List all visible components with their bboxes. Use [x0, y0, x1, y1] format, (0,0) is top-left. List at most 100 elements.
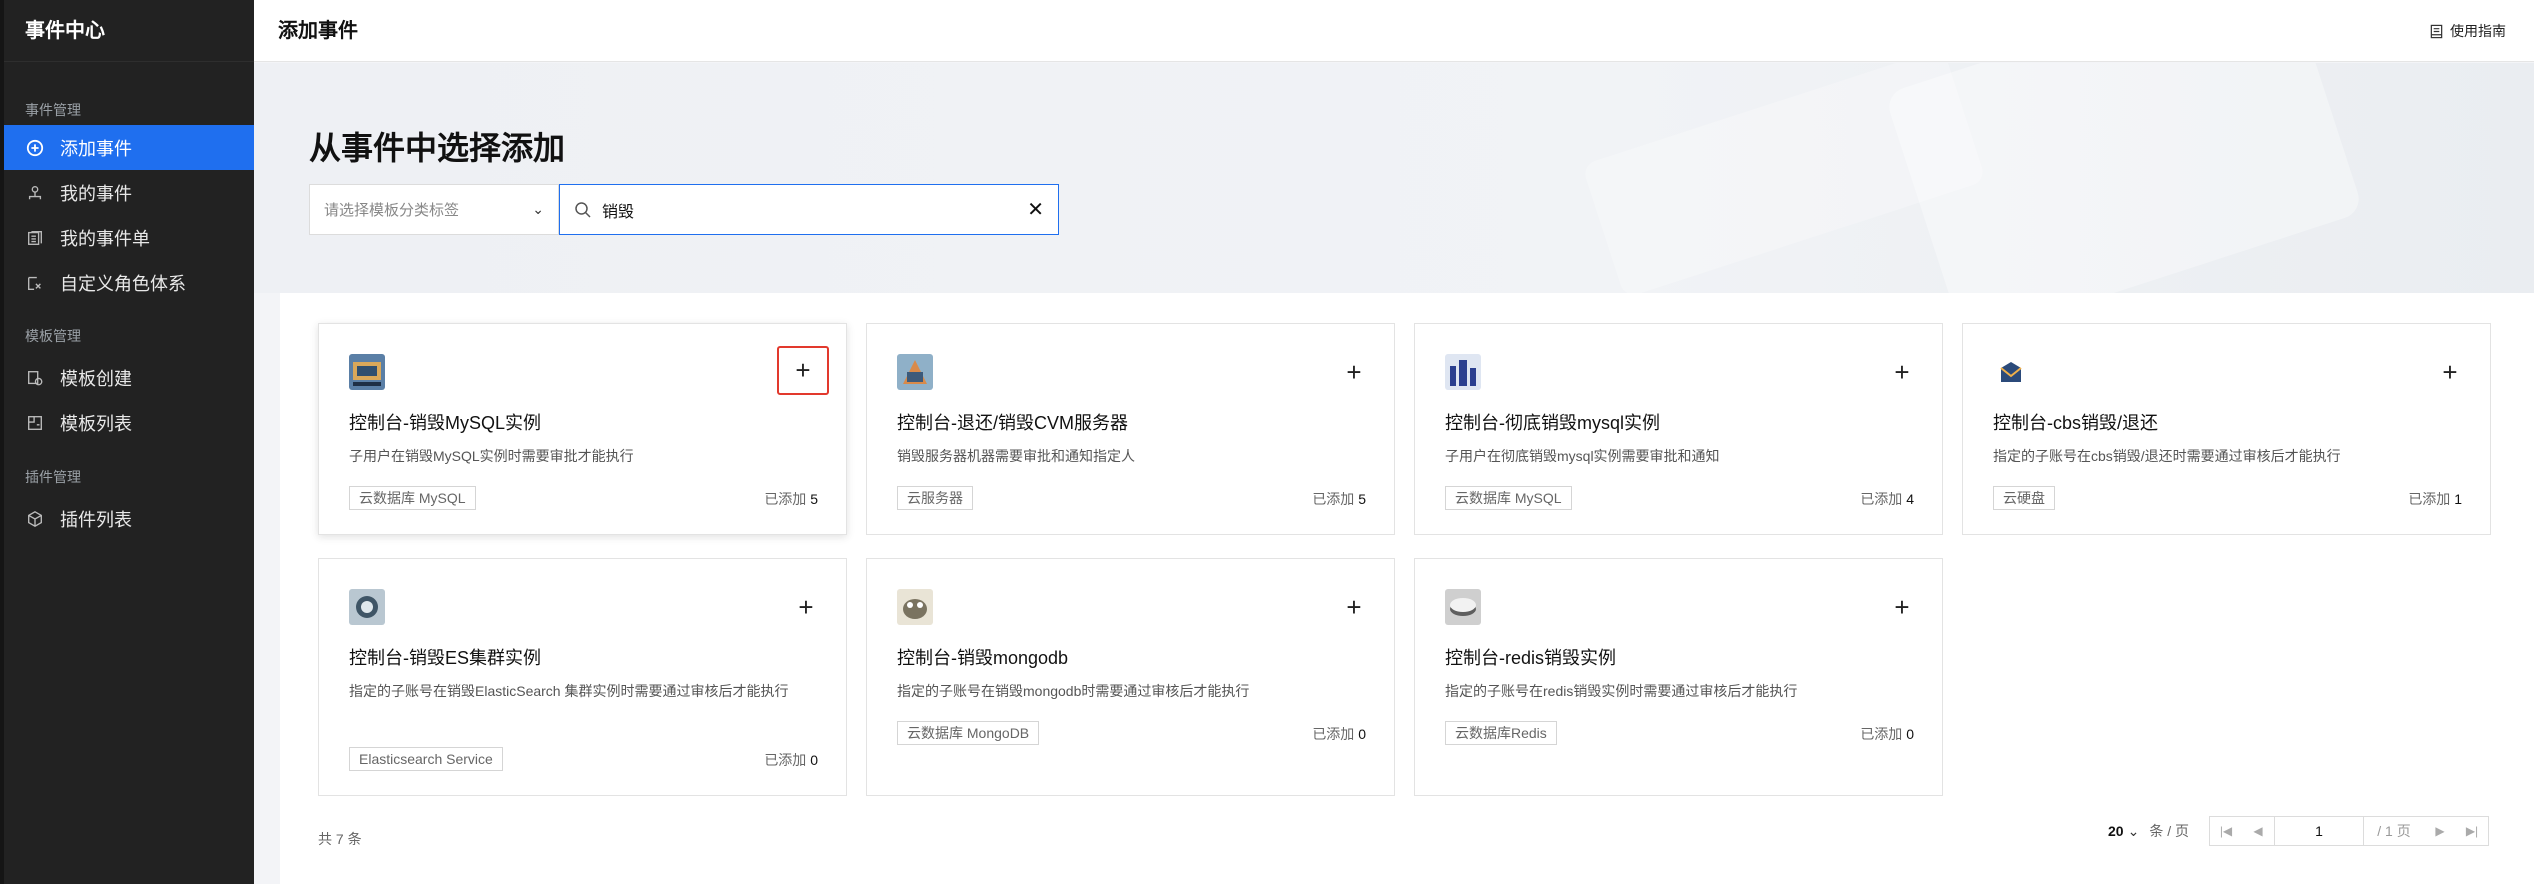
guide-link[interactable]: 使用指南	[2429, 0, 2506, 62]
first-page-icon[interactable]: |◀	[2210, 817, 2242, 845]
last-page-icon[interactable]: ▶|	[2456, 817, 2488, 845]
mysql-logo-icon	[1445, 354, 1481, 390]
cvm-logo-icon	[897, 354, 933, 390]
card-description: 指定的子账号在销毁ElasticSearch 集群实例时需要通过审核后才能执行	[349, 683, 789, 699]
card-description: 销毁服务器机器需要审批和通知指定人	[897, 448, 1135, 464]
event-card[interactable]: + 控制台-销毁ES集群实例 指定的子账号在销毁ElasticSearch 集群…	[318, 558, 847, 796]
card-added-count: 已添加 0	[764, 752, 818, 768]
template-list-icon	[25, 413, 45, 433]
guide-label: 使用指南	[2450, 23, 2506, 39]
sidebar-item-role-system[interactable]: 自定义角色体系	[4, 260, 254, 305]
card-description: 指定的子账号在cbs销毁/退还时需要通过审核后才能执行	[1993, 448, 2341, 464]
card-title: 控制台-销毁mongodb	[897, 648, 1069, 668]
sidebar-item-template-list[interactable]: 模板列表	[4, 400, 254, 445]
sidebar: 事件中心 事件管理 添加事件 我的事件 我的事件单 自定义角色体系 模板管理 模…	[0, 0, 254, 884]
card-added-count: 已添加 0	[1312, 726, 1366, 742]
event-card[interactable]: + 控制台-彻底销毁mysql实例 子用户在彻底销毁mysql实例需要审批和通知…	[1414, 323, 1943, 535]
add-button[interactable]: +	[1880, 585, 1924, 629]
sidebar-item-label: 添加事件	[60, 138, 132, 159]
event-card[interactable]: + 控制台-销毁MySQL实例 子用户在销毁MySQL实例时需要审批才能执行 云…	[318, 323, 847, 535]
card-added-count: 已添加 1	[2408, 491, 2462, 507]
card-description: 指定的子账号在销毁mongodb时需要通过审核后才能执行	[897, 683, 1250, 699]
sidebar-item-label: 我的事件单	[60, 228, 150, 249]
add-button[interactable]: +	[2428, 350, 2472, 394]
sidebar-item-template-create[interactable]: 模板创建	[4, 355, 254, 400]
prev-page-icon[interactable]: ◀	[2242, 817, 2274, 845]
sidebar-item-plugin-list[interactable]: 插件列表	[4, 496, 254, 541]
role-system-icon	[25, 273, 45, 293]
mongodb-logo-icon	[897, 589, 933, 625]
chevron-down-icon: ⌄	[2127, 822, 2140, 839]
card-title: 控制台-彻底销毁mysql实例	[1445, 413, 1660, 433]
category-select[interactable]: 请选择模板分类标签 ⌄	[309, 184, 559, 235]
sidebar-item-label: 我的事件	[60, 183, 132, 204]
cube-icon	[25, 509, 45, 529]
sidebar-item-my-events[interactable]: 我的事件	[4, 170, 254, 215]
card-title: 控制台-cbs销毁/退还	[1993, 413, 2159, 433]
close-icon[interactable]: ✕	[1027, 200, 1044, 220]
book-icon	[2430, 24, 2443, 38]
search-value: 销毁	[602, 203, 635, 221]
card-added-count: 已添加 4	[1860, 491, 1914, 507]
card-added-count: 已添加 5	[764, 491, 818, 507]
card-added-count: 已添加 5	[1312, 491, 1366, 507]
template-create-icon	[25, 368, 45, 388]
page-title: 添加事件	[278, 20, 358, 42]
sidebar-item-label: 插件列表	[60, 509, 132, 530]
search-icon	[575, 201, 591, 218]
add-button[interactable]: +	[784, 585, 828, 629]
event-card[interactable]: + 控制台-销毁mongodb 指定的子账号在销毁mongodb时需要通过审核后…	[866, 558, 1395, 796]
search-input[interactable]: 销毁 ✕	[559, 184, 1059, 235]
pagination: 20 ⌄ 条 / 页 |◀ ◀ 1 / 1 页 ▶ ▶|	[2108, 816, 2489, 846]
page-size-select[interactable]: 20 ⌄ 条 / 页	[2108, 821, 2189, 841]
page-size-unit: 条 / 页	[2149, 823, 2189, 839]
event-card[interactable]: + 控制台-redis销毁实例 指定的子账号在redis销毁实例时需要通过审核后…	[1414, 558, 1943, 796]
sidebar-group-title-templates: 模板管理	[25, 328, 81, 344]
card-tag: 云数据库 MySQL	[1445, 486, 1572, 510]
card-title: 控制台-销毁ES集群实例	[349, 648, 542, 668]
plus-circle-icon	[25, 138, 45, 158]
card-description: 指定的子账号在redis销毁实例时需要通过审核后才能执行	[1445, 683, 1798, 699]
total-pages: / 1 页	[2377, 823, 2411, 839]
category-placeholder: 请选择模板分类标签	[324, 202, 460, 219]
cbs-logo-icon	[1993, 354, 2029, 390]
card-tag: 云服务器	[897, 486, 973, 510]
page-size-value: 20	[2108, 823, 2124, 839]
chevron-down-icon: ⌄	[532, 201, 544, 217]
add-button[interactable]: +	[1880, 350, 1924, 394]
card-tag: 云数据库Redis	[1445, 721, 1557, 745]
event-card[interactable]: + 控制台-退还/销毁CVM服务器 销毁服务器机器需要审批和通知指定人 云服务器…	[866, 323, 1395, 535]
next-page-icon[interactable]: ▶	[2424, 817, 2456, 845]
sidebar-group-title-plugins: 插件管理	[25, 469, 81, 485]
add-button[interactable]: +	[777, 346, 829, 395]
top-bar: 添加事件 使用指南	[254, 0, 2534, 62]
sidebar-item-label: 模板创建	[60, 368, 132, 389]
card-tag: 云数据库 MySQL	[349, 486, 476, 510]
card-description: 子用户在销毁MySQL实例时需要审批才能执行	[349, 448, 634, 464]
card-tag: 云数据库 MongoDB	[897, 721, 1040, 745]
page-controls: |◀ ◀ 1 / 1 页 ▶ ▶|	[2209, 816, 2489, 846]
page-number-input[interactable]: 1	[2274, 817, 2364, 845]
card-tag: 云硬盘	[1993, 486, 2055, 510]
total-count: 共 7 条	[318, 831, 362, 847]
user-org-icon	[25, 183, 45, 203]
card-title: 控制台-退还/销毁CVM服务器	[897, 413, 1128, 433]
document-list-icon	[25, 228, 45, 248]
card-added-count: 已添加 0	[1860, 726, 1914, 742]
event-card[interactable]: + 控制台-cbs销毁/退还 指定的子账号在cbs销毁/退还时需要通过审核后才能…	[1962, 323, 2491, 535]
sidebar-item-label: 自定义角色体系	[60, 273, 186, 294]
sidebar-item-label: 模板列表	[60, 413, 132, 434]
elasticsearch-logo-icon	[349, 589, 385, 625]
section-title: 从事件中选择添加	[309, 130, 566, 166]
sidebar-item-my-tickets[interactable]: 我的事件单	[4, 215, 254, 260]
redis-logo-icon	[1445, 589, 1481, 625]
mysql-logo-icon	[349, 354, 385, 390]
background-decoration	[1581, 63, 1987, 293]
app-title: 事件中心	[4, 0, 254, 62]
card-title: 控制台-redis销毁实例	[1445, 648, 1617, 668]
sidebar-item-add-event[interactable]: 添加事件	[4, 125, 254, 170]
add-button[interactable]: +	[1332, 350, 1376, 394]
card-description: 子用户在彻底销毁mysql实例需要审批和通知	[1445, 448, 1720, 464]
add-button[interactable]: +	[1332, 585, 1376, 629]
sidebar-group-title-events: 事件管理	[25, 102, 81, 118]
